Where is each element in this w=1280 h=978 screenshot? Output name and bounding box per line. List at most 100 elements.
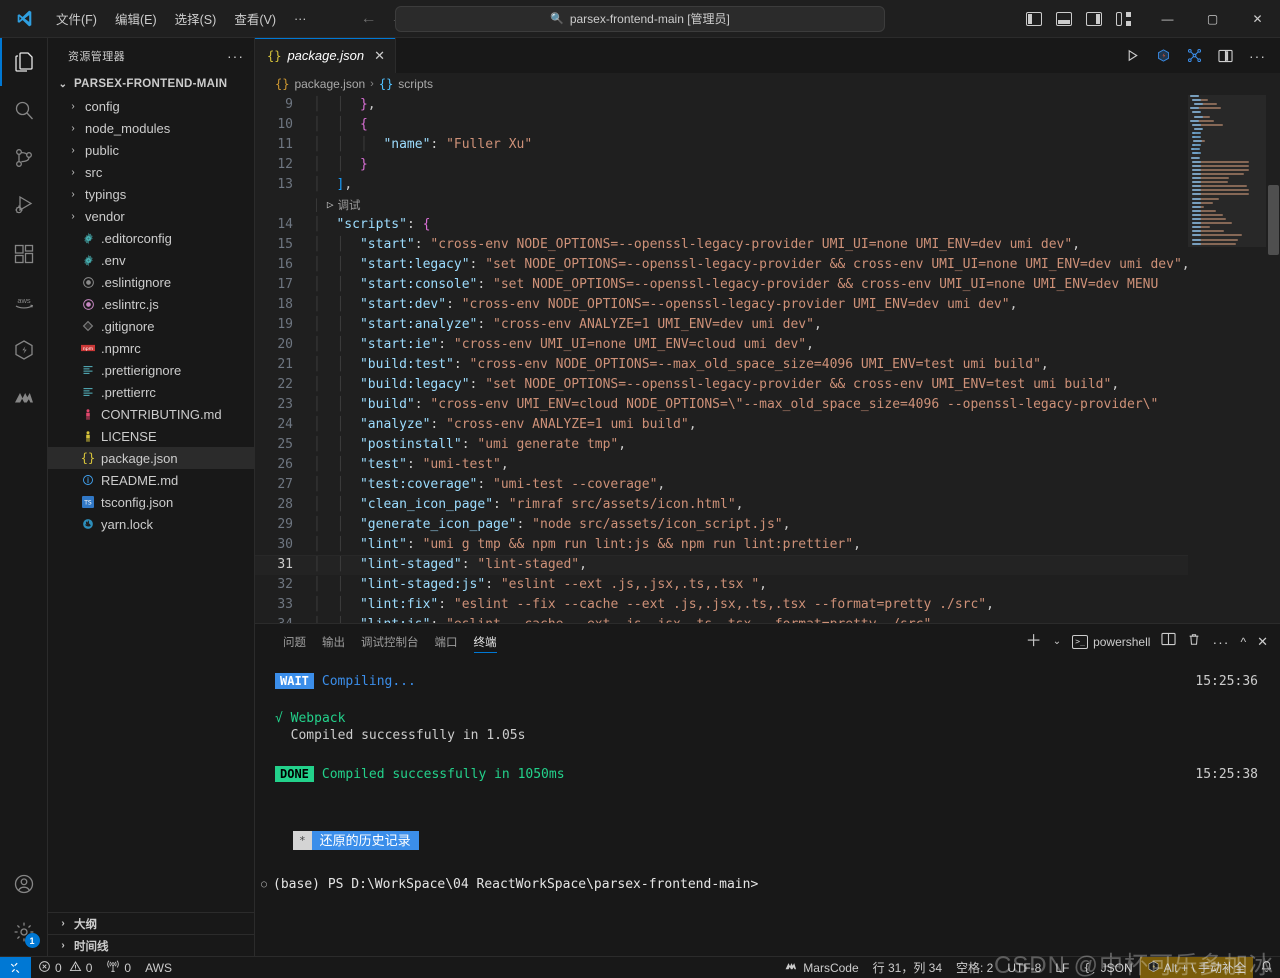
code-line[interactable]: 20│ │ "start:ie": "cross-env UMI_UI=none… — [255, 335, 1188, 355]
code-line[interactable]: 29│ │ "generate_icon_page": "node src/as… — [255, 515, 1188, 535]
line-content[interactable]: │ │ "start:ie": "cross-env UMI_UI=none U… — [313, 335, 814, 355]
code-line[interactable]: 23│ │ "build": "cross-env UMI_ENV=cloud … — [255, 395, 1188, 415]
code-line[interactable]: 13│ ], — [255, 175, 1188, 195]
code-line[interactable]: 24│ │ "analyze": "cross-env ANALYZE=1 um… — [255, 415, 1188, 435]
panel-tab-debug-console[interactable]: 调试控制台 — [353, 624, 427, 659]
status-aws[interactable]: AWS — [138, 957, 179, 978]
panel-tab-problems[interactable]: 问题 — [275, 624, 314, 659]
line-content[interactable]: │ │ "build": "cross-env UMI_ENV=cloud NO… — [313, 395, 1158, 415]
remote-indicator[interactable] — [0, 957, 31, 978]
code-line[interactable]: 15│ │ "start": "cross-env NODE_OPTIONS=-… — [255, 235, 1188, 255]
activity-item-accounts[interactable] — [0, 860, 48, 908]
code-line[interactable]: 19│ │ "start:analyze": "cross-env ANALYZ… — [255, 315, 1188, 335]
terminal-output[interactable]: WAIT Compiling... 15:25:36 √ Webpack Com… — [255, 659, 1280, 956]
menu-more[interactable]: ··· — [286, 8, 315, 30]
tree-item-prettierrc[interactable]: .prettierrc — [48, 381, 254, 403]
status-indentation[interactable]: 空格: 2 — [949, 957, 1000, 978]
line-content[interactable]: │ │ "start:dev": "cross-env NODE_OPTIONS… — [313, 295, 1017, 315]
tree-root-folder[interactable]: ⌄ PARSEX-FRONTEND-MAIN — [48, 73, 254, 95]
tree-item-public[interactable]: › public — [48, 139, 254, 161]
tree-item-yarnlock[interactable]: yarn.lock — [48, 513, 254, 535]
tree-item-prettierignore[interactable]: .prettierignore — [48, 359, 254, 381]
terminal-prompt-line[interactable]: ○ (base) PS D:\WorkSpace\04 ReactWorkSpa… — [261, 876, 1280, 893]
menu-edit[interactable]: 编辑(E) — [107, 5, 165, 32]
sidebar-section-outline[interactable]: › 大纲 — [48, 912, 254, 934]
panel-tab-ports[interactable]: 端口 — [427, 624, 466, 659]
line-content[interactable]: │ │ "postinstall": "umi generate tmp", — [313, 435, 626, 455]
terminal-shell-selector[interactable]: >_ powershell — [1072, 635, 1150, 649]
tree-item-packagejson[interactable]: {} package.json — [48, 447, 254, 469]
code-line[interactable]: 17│ │ "start:console": "set NODE_OPTIONS… — [255, 275, 1188, 295]
activity-item-run-and-debug[interactable] — [0, 182, 48, 230]
line-content[interactable]: │ │ │ "name": "Fuller Xu" — [313, 135, 532, 155]
minimap[interactable] — [1188, 95, 1280, 623]
line-content[interactable]: │ │ "start": "cross-env NODE_OPTIONS=--o… — [313, 235, 1080, 255]
tree-item-eslintrcjs[interactable]: .eslintrc.js — [48, 293, 254, 315]
line-content[interactable]: │ │ "build:test": "cross-env NODE_OPTION… — [313, 355, 1049, 375]
code-line[interactable]: 30│ │ "lint": "umi g tmp && npm run lint… — [255, 535, 1188, 555]
run-icon[interactable] — [1125, 48, 1140, 63]
close-icon[interactable]: ✕ — [1257, 634, 1268, 650]
tree-item-config[interactable]: › config — [48, 95, 254, 117]
line-content[interactable]: │ │ "lint-staged": "lint-staged", — [313, 555, 587, 575]
chevron-up-icon[interactable]: ^ — [1240, 635, 1246, 649]
tree-item-tsconfig[interactable]: TS tsconfig.json — [48, 491, 254, 513]
line-content[interactable]: │ "scripts": { — [313, 215, 430, 235]
tree-item-eslintignore[interactable]: .eslintignore — [48, 271, 254, 293]
toggle-panel-icon[interactable] — [1056, 12, 1072, 26]
line-content[interactable]: │ │ "start:console": "set NODE_OPTIONS=-… — [313, 275, 1158, 295]
codelens-line[interactable]: │ ▷调试 — [255, 195, 1188, 215]
line-content[interactable]: │ │ "test:coverage": "umi-test --coverag… — [313, 475, 665, 495]
activity-item-settings[interactable]: 1 — [0, 908, 48, 956]
tree-item-license[interactable]: LICENSE — [48, 425, 254, 447]
customize-layout-icon[interactable] — [1116, 12, 1131, 26]
menu-selection[interactable]: 选择(S) — [167, 5, 225, 32]
code-line[interactable]: 14│ "scripts": { — [255, 215, 1188, 235]
tree-item-gitignore[interactable]: .gitignore — [48, 315, 254, 337]
line-content[interactable]: │ │ }, — [313, 95, 376, 115]
scrollbar-thumb[interactable] — [1268, 185, 1279, 255]
tree-item-contributing[interactable]: CONTRIBUTING.md — [48, 403, 254, 425]
code-lines-container[interactable]: 9│ │ },10│ │ {11│ │ │ "name": "Fuller Xu… — [255, 95, 1188, 623]
status-ports[interactable]: 0 — [99, 957, 138, 978]
tree-item-editorconfig[interactable]: .editorconfig — [48, 227, 254, 249]
tree-item-npmrc[interactable]: npm .npmrc — [48, 337, 254, 359]
status-language-mode[interactable]: {ˏ JSON — [1076, 957, 1139, 978]
ellipsis-icon[interactable]: ··· — [1212, 634, 1229, 650]
status-codegeex-autocomplete[interactable]: Alt + \ 手动补全 — [1140, 957, 1253, 978]
preview-json-icon[interactable] — [1187, 48, 1202, 63]
codegeex-icon[interactable] — [1156, 48, 1171, 63]
status-eol[interactable]: LF — [1048, 957, 1076, 978]
line-content[interactable]: │ │ "build:legacy": "set NODE_OPTIONS=--… — [313, 375, 1119, 395]
panel-tab-terminal[interactable]: 终端 — [466, 624, 505, 659]
codelens-label[interactable]: 调试 — [337, 195, 360, 215]
code-line[interactable]: 27│ │ "test:coverage": "umi-test --cover… — [255, 475, 1188, 495]
line-content[interactable]: │ │ "clean_icon_page": "rimraf src/asset… — [313, 495, 744, 515]
code-line[interactable]: 22│ │ "build:legacy": "set NODE_OPTIONS=… — [255, 375, 1188, 395]
sidebar-section-timeline[interactable]: › 时间线 — [48, 934, 254, 956]
line-content[interactable]: │ │ "lint:fix": "eslint --fix --cache --… — [313, 595, 994, 615]
code-text[interactable]: 9│ │ },10│ │ {11│ │ │ "name": "Fuller Xu… — [255, 95, 1188, 623]
window-close-button[interactable]: ✕ — [1235, 0, 1280, 38]
code-line[interactable]: 32│ │ "lint-staged:js": "eslint --ext .j… — [255, 575, 1188, 595]
code-line[interactable]: 21│ │ "build:test": "cross-env NODE_OPTI… — [255, 355, 1188, 375]
command-center[interactable]: 🔍 parsex-frontend-main [管理员] — [395, 6, 885, 32]
tab-package-json[interactable]: {} package.json ✕ — [255, 38, 396, 73]
tree-item-typings[interactable]: › typings — [48, 183, 254, 205]
code-line[interactable]: 26│ │ "test": "umi-test", — [255, 455, 1188, 475]
code-line[interactable]: 31│ │ "lint-staged": "lint-staged", — [255, 555, 1188, 575]
toggle-secondary-sidebar-icon[interactable] — [1086, 12, 1102, 26]
activity-item-aws-toolkit[interactable]: aws — [0, 278, 48, 326]
code-line[interactable]: 16│ │ "start:legacy": "set NODE_OPTIONS=… — [255, 255, 1188, 275]
minimap-slider[interactable] — [1188, 95, 1266, 247]
menu-file[interactable]: 文件(F) — [48, 5, 105, 32]
tree-item-node_modules[interactable]: › node_modules — [48, 117, 254, 139]
status-problems[interactable]: 0 0 — [31, 957, 99, 978]
chevron-down-icon[interactable]: ⌄ — [1053, 636, 1061, 647]
breadcrumb-symbol[interactable]: scripts — [398, 77, 433, 91]
arrow-left-icon[interactable]: ← — [360, 11, 376, 27]
breadcrumb-file[interactable]: package.json — [294, 77, 365, 91]
line-content[interactable]: │ ], — [313, 175, 352, 195]
more-actions-icon[interactable]: ··· — [1249, 48, 1266, 64]
code-line[interactable]: 10│ │ { — [255, 115, 1188, 135]
